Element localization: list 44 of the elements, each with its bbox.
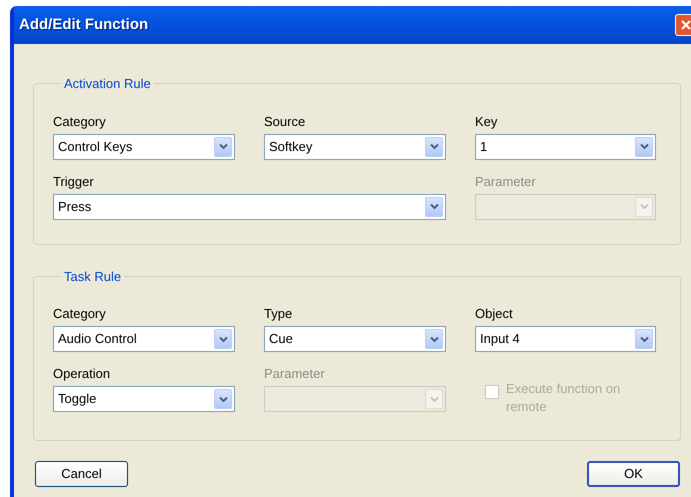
group-title: Task Rule xyxy=(64,268,122,284)
chevron-down-icon xyxy=(218,396,228,402)
dropdown-arrow-button[interactable] xyxy=(214,389,232,409)
field-label: Parameter xyxy=(475,174,536,190)
dropdown-arrow-button[interactable] xyxy=(425,329,443,349)
dropdown[interactable]: 1 xyxy=(475,134,656,160)
dropdown[interactable]: Toggle xyxy=(53,386,235,412)
dialog-button[interactable]: OK xyxy=(587,461,680,487)
window-title: Add/Edit Function xyxy=(19,14,148,35)
chevron-down-icon xyxy=(430,143,438,150)
dropdown-arrow-button[interactable] xyxy=(425,136,443,156)
field-label: Key xyxy=(475,114,498,130)
dropdown[interactable]: Audio Control xyxy=(53,326,235,352)
chevron-down-icon xyxy=(218,143,228,150)
dropdown[interactable]: Cue xyxy=(264,326,446,352)
chevron-down-icon xyxy=(640,336,648,342)
chevron-down-icon xyxy=(430,203,438,210)
close-button[interactable] xyxy=(675,14,691,36)
chevron-down-icon xyxy=(218,336,228,342)
field-label: Type xyxy=(264,306,292,322)
dropdown[interactable]: Softkey xyxy=(264,134,446,160)
dropdown[interactable]: Press xyxy=(53,194,446,220)
group-title: Activation Rule xyxy=(64,76,151,91)
checkbox-label: Execute function on remote xyxy=(506,380,622,416)
dropdown-arrow-button[interactable] xyxy=(635,136,653,156)
field-label: Category xyxy=(53,306,106,322)
field-label: Operation xyxy=(53,366,110,382)
field-label: Parameter xyxy=(264,366,325,382)
dropdown-arrow-button[interactable] xyxy=(214,136,232,156)
chevron-down-icon xyxy=(430,336,438,342)
dropdown[interactable]: Control Keys xyxy=(53,134,235,160)
chevron-down-icon xyxy=(640,203,648,210)
dropdown-arrow-button[interactable] xyxy=(214,329,232,349)
chevron-down-icon xyxy=(430,396,438,402)
chevron-down-icon xyxy=(640,143,648,150)
field-label: Trigger xyxy=(53,174,94,190)
field-label: Category xyxy=(53,114,106,130)
close-icon xyxy=(680,19,691,31)
dialog-button[interactable]: Cancel xyxy=(35,461,128,487)
field-label: Object xyxy=(475,306,513,322)
field-label: Source xyxy=(264,114,306,130)
dropdown-arrow-button[interactable] xyxy=(635,329,653,349)
dropdown-arrow-button[interactable] xyxy=(425,196,443,216)
dropdown[interactable]: Input 4 xyxy=(475,326,656,352)
